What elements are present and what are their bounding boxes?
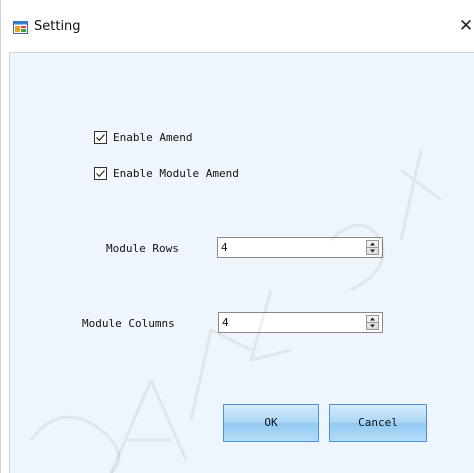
arrow-down-icon <box>370 324 375 328</box>
title-bar[interactable]: Setting ✕ <box>1 0 474 52</box>
ok-button[interactable]: OK <box>223 404 319 442</box>
enable-module-amend-option[interactable]: Enable Module Amend <box>94 167 239 180</box>
module-rows-label: Module Rows <box>106 242 179 255</box>
module-columns-increment-button[interactable] <box>367 316 378 323</box>
checkmark-icon <box>96 134 105 142</box>
module-columns-decrement-button[interactable] <box>367 323 378 329</box>
window-app-icon <box>13 21 28 34</box>
module-rows-spin-buttons[interactable] <box>366 240 379 255</box>
module-rows-value[interactable]: 4 <box>221 241 228 254</box>
enable-amend-option[interactable]: Enable Amend <box>94 131 192 144</box>
arrow-up-icon <box>370 242 375 246</box>
window-title: Setting <box>34 19 81 34</box>
module-columns-stepper[interactable]: 4 <box>218 312 383 333</box>
close-icon[interactable]: ✕ <box>459 16 473 36</box>
cancel-button[interactable]: Cancel <box>329 404 427 442</box>
module-rows-stepper[interactable]: 4 <box>217 237 383 258</box>
setting-dialog: Setting ✕ Enable Amend Enable Module Ame… <box>0 0 474 473</box>
enable-module-amend-checkbox[interactable] <box>94 167 107 180</box>
enable-amend-label[interactable]: Enable Amend <box>113 131 192 144</box>
module-rows-decrement-button[interactable] <box>367 248 378 254</box>
close-button[interactable]: ✕ <box>457 14 474 38</box>
checkmark-icon <box>96 170 105 178</box>
module-columns-label: Module Columns <box>82 317 175 330</box>
module-rows-increment-button[interactable] <box>367 241 378 248</box>
module-columns-spin-buttons[interactable] <box>366 315 379 330</box>
enable-amend-checkbox[interactable] <box>94 131 107 144</box>
module-columns-value[interactable]: 4 <box>222 316 229 329</box>
arrow-down-icon <box>370 249 375 253</box>
enable-module-amend-label[interactable]: Enable Module Amend <box>113 167 239 180</box>
arrow-up-icon <box>370 317 375 321</box>
